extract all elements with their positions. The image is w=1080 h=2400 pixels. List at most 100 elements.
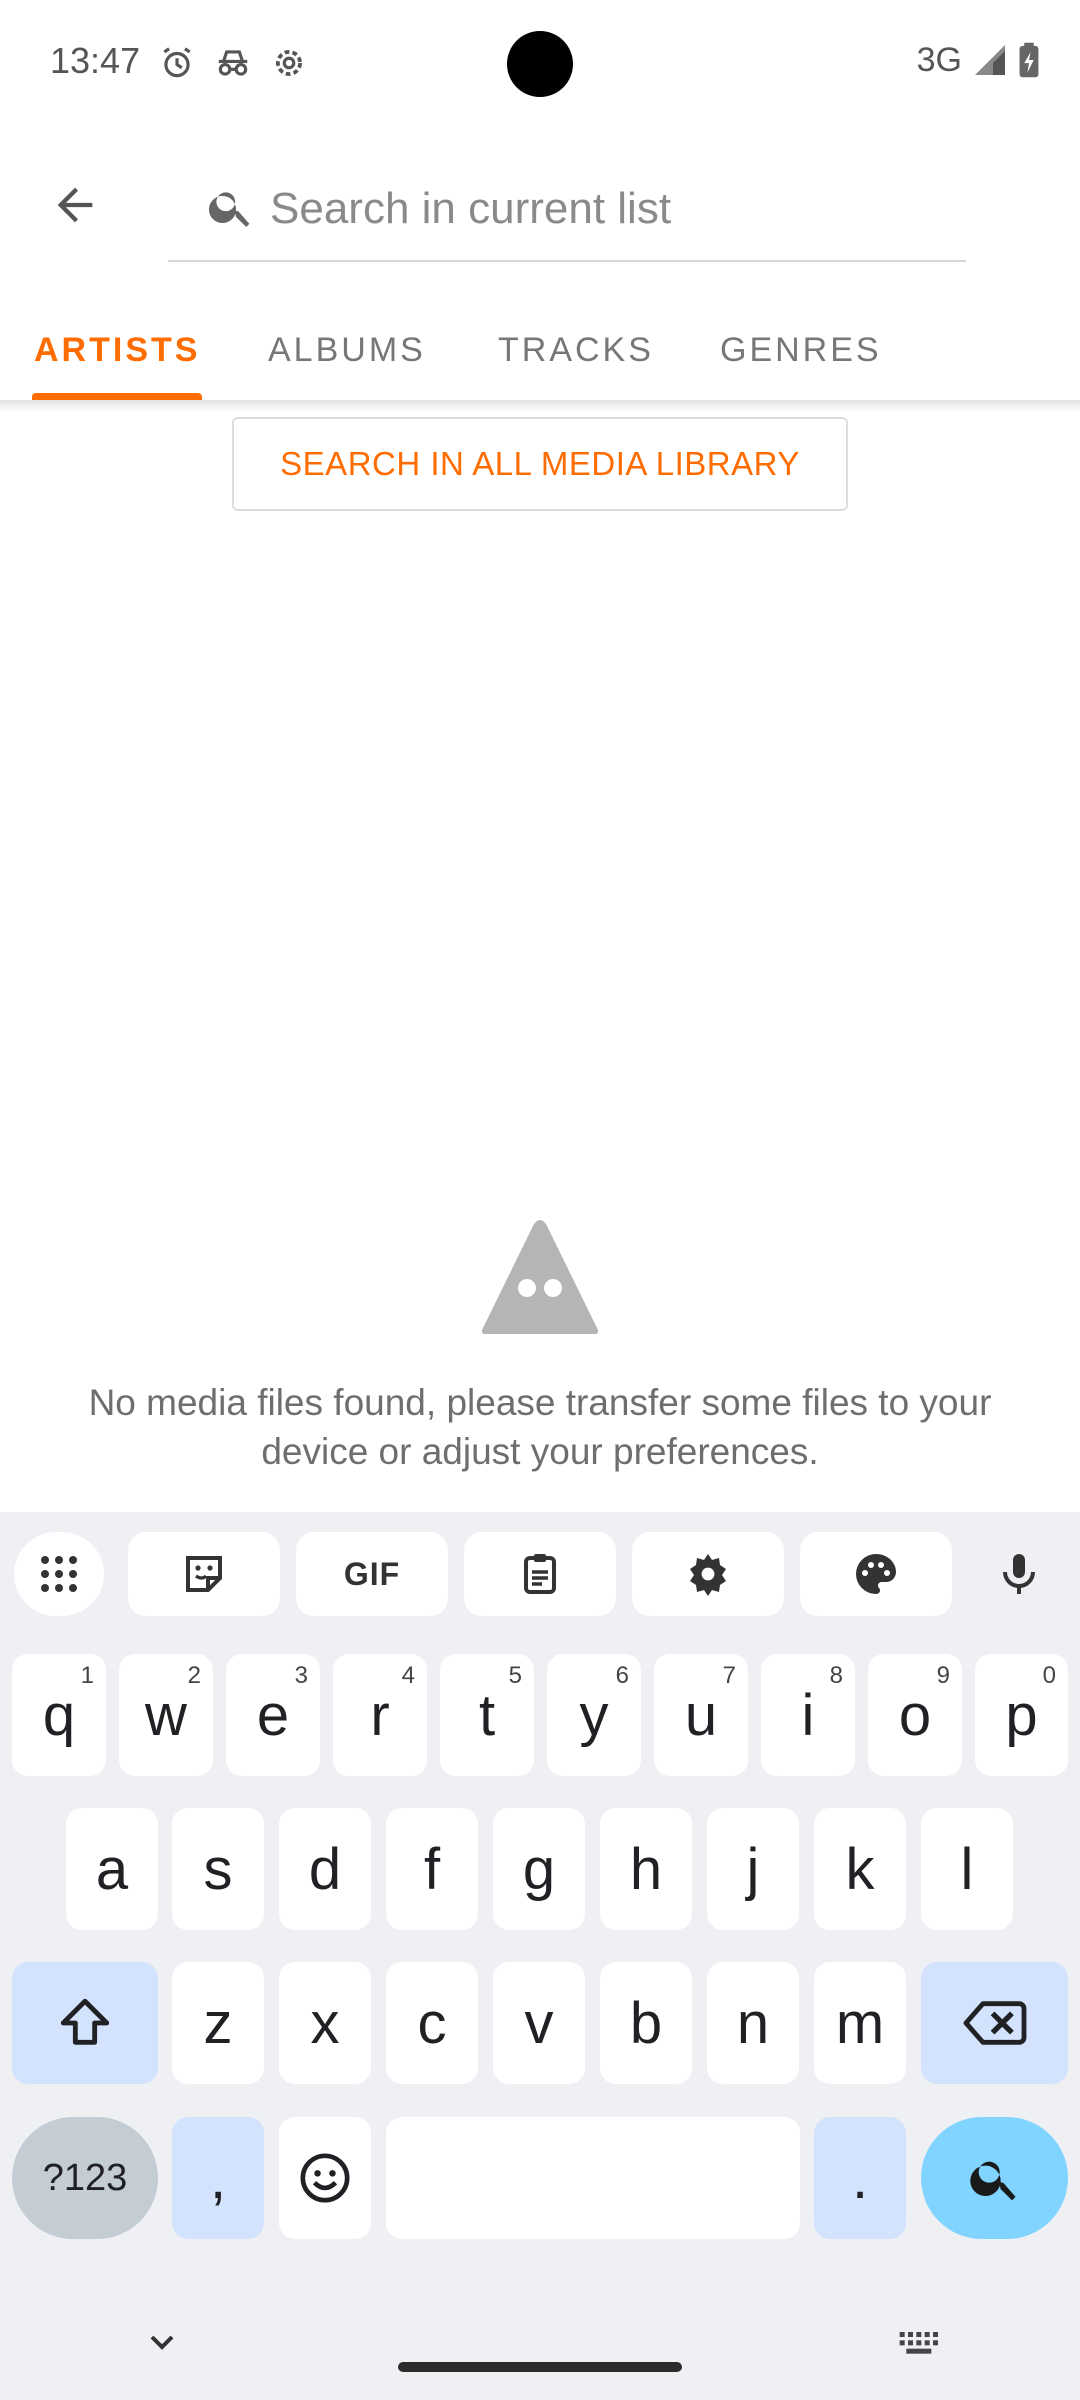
key-o-label: o <box>898 1682 932 1748</box>
search-input[interactable] <box>270 174 950 244</box>
backspace-key[interactable] <box>921 1962 1068 2084</box>
key-r-label: r <box>370 1682 390 1748</box>
key-b[interactable]: b <box>600 1962 692 2084</box>
battery-charging-icon <box>1019 42 1039 78</box>
tab-artists-label: ARTISTS <box>34 330 201 369</box>
key-w-hint: 2 <box>187 1662 201 1689</box>
key-p[interactable]: p0 <box>975 1654 1068 1776</box>
tab-genres-label: GENRES <box>720 330 882 369</box>
arrow-back-icon <box>57 187 93 223</box>
key-f[interactable]: f <box>386 1808 478 1930</box>
apps-grid-icon <box>41 1556 77 1592</box>
search-all-library-button[interactable]: SEARCH IN ALL MEDIA LIBRARY <box>232 417 848 511</box>
status-system-icons: 3G <box>917 40 1040 80</box>
home-gesture-bar[interactable] <box>398 2362 682 2372</box>
key-p-hint: 0 <box>1042 1662 1056 1689</box>
key-d[interactable]: d <box>279 1808 371 1930</box>
microphone-icon <box>1003 1554 1035 1594</box>
key-t-label: t <box>478 1682 496 1748</box>
key-i-hint: 8 <box>829 1662 843 1689</box>
settings-icon <box>690 1554 726 1596</box>
key-r-hint: 4 <box>401 1662 415 1689</box>
key-z[interactable]: z <box>172 1962 264 2084</box>
key-g[interactable]: g <box>493 1808 585 1930</box>
key-u[interactable]: u7 <box>654 1654 748 1776</box>
palette-icon <box>856 1554 896 1594</box>
alarm-icon <box>163 47 191 78</box>
key-i[interactable]: i8 <box>761 1654 855 1776</box>
keyboard-switcher-icon[interactable] <box>896 2322 940 2362</box>
space-key[interactable] <box>386 2117 800 2239</box>
signal-icon <box>975 45 1005 75</box>
search-icon <box>969 2161 1016 2201</box>
settings-gear-icon <box>276 50 302 76</box>
clipboard-button[interactable] <box>464 1532 616 1616</box>
keyboard-toolbar: GIF <box>0 1532 1080 1622</box>
tab-tracks[interactable]: TRACKS <box>498 300 662 400</box>
tab-tracks-label: TRACKS <box>498 330 654 369</box>
keyboard-settings-button[interactable] <box>632 1532 784 1616</box>
back-button[interactable] <box>40 170 110 240</box>
key-q-hint: 1 <box>80 1662 94 1689</box>
gif-button[interactable]: GIF <box>296 1532 448 1616</box>
key-y[interactable]: y6 <box>547 1654 641 1776</box>
period-key[interactable]: . <box>814 2117 906 2239</box>
key-o[interactable]: o9 <box>868 1654 962 1776</box>
key-x[interactable]: x <box>279 1962 371 2084</box>
tab-albums-label: ALBUMS <box>268 330 426 369</box>
sticker-icon <box>186 1556 222 1592</box>
key-e-hint: 3 <box>294 1662 308 1689</box>
network-type-label: 3G <box>916 40 962 79</box>
voice-input-button[interactable] <box>974 1532 1064 1616</box>
key-m[interactable]: m <box>814 1962 906 2084</box>
tab-albums[interactable]: ALBUMS <box>268 300 436 400</box>
key-c[interactable]: c <box>386 1962 478 2084</box>
shift-key[interactable] <box>12 1962 158 2084</box>
tab-genres[interactable]: GENRES <box>720 300 890 400</box>
key-n[interactable]: n <box>707 1962 799 2084</box>
key-k[interactable]: k <box>814 1808 906 1930</box>
navigation-bar <box>0 2310 1080 2370</box>
key-r[interactable]: r4 <box>333 1654 427 1776</box>
shift-icon <box>60 1998 110 2045</box>
comma-key[interactable]: , <box>172 2117 264 2239</box>
key-u-hint: 7 <box>722 1662 736 1689</box>
clipboard-icon <box>524 1554 556 1594</box>
key-h[interactable]: h <box>600 1808 692 1930</box>
key-s[interactable]: s <box>172 1808 264 1930</box>
tabs-shadow <box>0 400 1080 412</box>
emoji-icon <box>300 2153 350 2203</box>
key-q-label: q <box>42 1682 76 1748</box>
key-o-hint: 9 <box>936 1662 950 1689</box>
key-l[interactable]: l <box>921 1808 1013 1930</box>
search-bar[interactable] <box>168 160 966 262</box>
key-p-label: p <box>1005 1682 1038 1748</box>
key-q[interactable]: q1 <box>12 1654 106 1776</box>
gif-icon: GIF <box>343 1555 401 1592</box>
key-w-label: w <box>145 1682 187 1748</box>
status-time: 13:47 <box>50 40 141 81</box>
key-w[interactable]: w2 <box>119 1654 213 1776</box>
key-v[interactable]: v <box>493 1962 585 2084</box>
category-tabs: ARTISTS ALBUMS TRACKS GENRES <box>0 300 1080 400</box>
hide-keyboard-chevron-icon[interactable] <box>142 2322 182 2362</box>
key-j[interactable]: j <box>707 1808 799 1930</box>
backspace-icon <box>963 2001 1026 2045</box>
symbols-key[interactable]: ?123 <box>12 2117 158 2239</box>
key-e[interactable]: e3 <box>226 1654 320 1776</box>
emoji-key[interactable] <box>279 2117 371 2239</box>
key-t[interactable]: t5 <box>440 1654 534 1776</box>
status-bar: 13:47 3G <box>0 0 1080 130</box>
status-notification-icons <box>158 44 308 82</box>
theme-button[interactable] <box>800 1532 952 1616</box>
key-y-hint: 6 <box>615 1662 629 1689</box>
search-action-key[interactable] <box>921 2117 1068 2239</box>
key-u-label: u <box>684 1682 718 1748</box>
incognito-icon <box>218 50 248 76</box>
sticker-button[interactable] <box>128 1532 280 1616</box>
vlc-ghost-icon <box>481 1220 599 1334</box>
key-a[interactable]: a <box>66 1808 158 1930</box>
tab-artists[interactable]: ARTISTS <box>32 300 202 400</box>
camera-cutout <box>507 31 573 97</box>
apps-grid-button[interactable] <box>14 1532 104 1616</box>
